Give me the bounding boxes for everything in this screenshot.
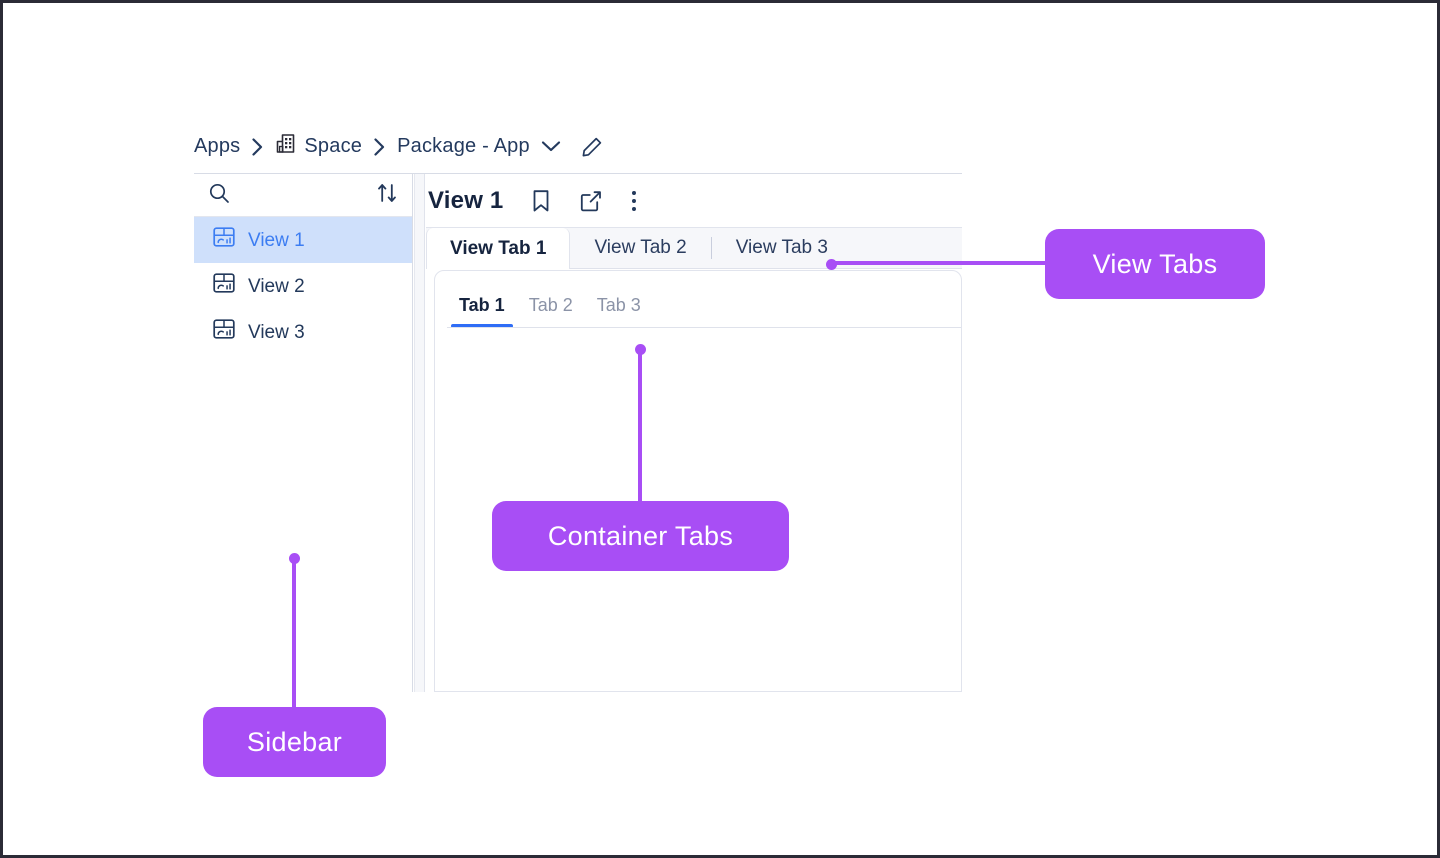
- annotation-line-view-tabs: [831, 261, 1046, 265]
- pencil-icon[interactable]: [581, 136, 603, 158]
- annotation-label: Container Tabs: [547, 520, 734, 551]
- annotation-label: View Tabs: [1092, 248, 1218, 279]
- sidebar-toolbar: [194, 174, 412, 217]
- container-panel: Tab 1 Tab 2 Tab 3: [434, 270, 962, 692]
- breadcrumb-separator: [252, 137, 263, 156]
- breadcrumb-item-apps[interactable]: Apps: [194, 135, 240, 158]
- view-tab-label: View Tab 2: [594, 237, 687, 258]
- container-tab-label: Tab 2: [528, 295, 573, 315]
- app-window: Apps Space Package - App View 1 View 2 V…: [194, 123, 962, 692]
- container-tab-1[interactable]: Tab 1: [447, 295, 517, 328]
- annotation-line-container-tabs: [638, 349, 642, 504]
- container-tab-2[interactable]: Tab 2: [517, 295, 585, 328]
- sidebar-view-list: View 1 View 2 View 3: [194, 217, 412, 355]
- annotation-callout-view-tabs: View Tabs: [1045, 229, 1265, 299]
- share-icon[interactable]: [579, 189, 603, 213]
- view-tab-label: View Tab 1: [450, 237, 547, 259]
- page-title: View 1: [428, 186, 504, 214]
- search-icon[interactable]: [208, 182, 230, 209]
- breadcrumb-item-package-app[interactable]: Package - App: [397, 135, 530, 158]
- sidebar-item-label: View 1: [248, 229, 305, 251]
- container-tab-3[interactable]: Tab 3: [585, 295, 653, 328]
- container-tab-bar: Tab 1 Tab 2 Tab 3: [435, 271, 961, 328]
- container-tab-label: Tab 1: [459, 295, 505, 315]
- sidebar-item-view-1[interactable]: View 1: [194, 217, 412, 263]
- sidebar-item-label: View 2: [248, 275, 305, 297]
- breadcrumb-item-space[interactable]: Space: [275, 133, 362, 160]
- app-panel: View 1 View 2 View 3 View 1 View Tab 1 V…: [194, 173, 962, 692]
- sort-arrows-icon[interactable]: [376, 182, 398, 209]
- more-options-icon[interactable]: [631, 189, 637, 213]
- dashboard-icon: [212, 271, 236, 301]
- sidebar: View 1 View 2 View 3: [194, 174, 413, 692]
- chevron-down-icon[interactable]: [541, 140, 561, 153]
- sidebar-scrollbar[interactable]: [414, 174, 425, 692]
- sidebar-item-label: View 3: [248, 321, 305, 343]
- sidebar-item-view-2[interactable]: View 2: [194, 263, 412, 309]
- dashboard-icon: [212, 317, 236, 347]
- bookmark-icon[interactable]: [531, 189, 551, 213]
- annotation-line-sidebar: [292, 558, 296, 708]
- dashboard-icon: [212, 225, 236, 255]
- building-icon: [275, 133, 296, 160]
- annotation-callout-container-tabs: Container Tabs: [492, 501, 789, 571]
- view-tab-label: View Tab 3: [735, 237, 828, 258]
- annotation-callout-sidebar: Sidebar: [203, 707, 386, 777]
- screenshot-canvas: Apps Space Package - App View 1 View 2 V…: [0, 0, 1440, 858]
- container-tab-label: Tab 3: [596, 295, 641, 315]
- view-tab-1[interactable]: View Tab 1: [426, 228, 571, 269]
- view-tab-2[interactable]: View Tab 2: [570, 228, 710, 268]
- breadcrumb-separator-2: [374, 137, 385, 156]
- sidebar-item-view-3[interactable]: View 3: [194, 309, 412, 355]
- view-content: View 1 View Tab 1 View Tab 2 View Tab 3 …: [426, 174, 962, 692]
- breadcrumb-label-space: Space: [304, 135, 363, 157]
- view-header: View 1: [426, 174, 962, 227]
- annotation-label: Sidebar: [246, 726, 343, 757]
- container-tab-underline: [447, 327, 961, 328]
- breadcrumb: Apps Space Package - App: [194, 123, 603, 170]
